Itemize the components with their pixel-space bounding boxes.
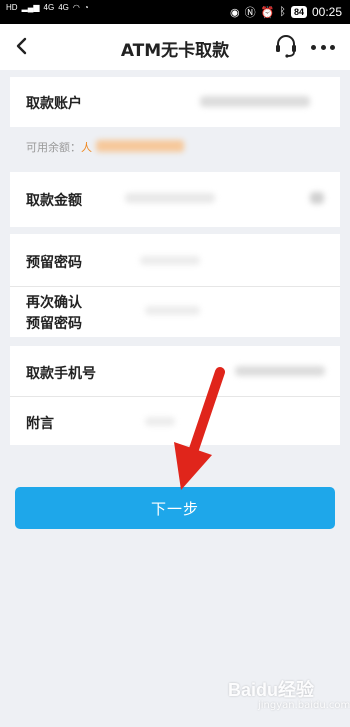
status-right: ◉ Ⓝ ⏰ ᛒ 84 00:25 (230, 4, 342, 20)
status-bar: HD ▂▄▆ 4G 4G ◠ ◔ ◉ Ⓝ ⏰ ᛒ 84 00:25 (0, 0, 350, 24)
confirm-password-label-line1: 再次确认 (26, 295, 82, 311)
next-step-button[interactable]: 下一步 (15, 487, 335, 529)
account-value-blurred (200, 96, 310, 107)
balance-hint-prefix: 可用余额： (26, 141, 81, 154)
confirm-password-input-blurred (145, 306, 200, 315)
status-left: HD ▂▄▆ 4G 4G ◠ ◔ (6, 4, 89, 12)
reserved-password-row[interactable]: 预留密码 (10, 234, 340, 286)
notification-icon: ◔ (83, 3, 89, 12)
more-dot-icon (330, 44, 335, 50)
more-dot-icon (311, 44, 316, 50)
balance-hint-value: 人 (81, 141, 92, 154)
navigation-bar: ATM无卡取款 (0, 24, 350, 70)
withdraw-phone-row[interactable]: 取款手机号 (10, 346, 340, 396)
baidu-watermark: Baidu经验 (228, 680, 315, 700)
nfc-icon: Ⓝ (244, 7, 256, 19)
more-button[interactable] (311, 38, 335, 56)
signal-icon: ▂▄▆ (21, 3, 40, 12)
amount-clear-icon (310, 192, 324, 204)
password-input-blurred (140, 256, 200, 265)
phone-value-blurred (235, 366, 325, 376)
withdraw-amount-row[interactable]: 取款金额 (10, 172, 340, 227)
withdraw-amount-label: 取款金额 (26, 193, 82, 209)
hd-indicator: HD (6, 3, 18, 12)
confirm-password-label-line2: 预留密码 (26, 316, 82, 332)
withdraw-account-row[interactable]: 取款账户 (10, 77, 340, 127)
available-balance-hint: 可用余额：人 (26, 139, 92, 155)
withdraw-account-label: 取款账户 (26, 96, 82, 112)
headset-icon (276, 35, 296, 58)
more-dot-icon (320, 44, 326, 50)
clock: 00:25 (311, 5, 342, 19)
withdraw-phone-label: 取款手机号 (26, 366, 96, 382)
network-type-2: 4G (58, 3, 69, 12)
reserved-password-label: 预留密码 (26, 255, 82, 271)
balance-value-blurred (96, 140, 184, 152)
amount-input-placeholder-blurred (125, 193, 215, 203)
baidu-watermark-url: jingyan.baidu.com (258, 700, 350, 711)
note-input-placeholder-blurred (145, 417, 175, 426)
eye-icon: ◉ (230, 6, 240, 19)
note-label: 附言 (26, 416, 54, 432)
note-row[interactable]: 附言 (10, 397, 340, 445)
customer-service-button[interactable] (274, 33, 298, 59)
network-type-1: 4G (43, 3, 55, 12)
alarm-icon: ⏰ (260, 6, 275, 19)
bluetooth-icon: ᛒ (279, 6, 286, 18)
confirm-password-row[interactable]: 再次确认 预留密码 (10, 287, 340, 337)
battery-indicator: 84 (290, 6, 307, 18)
wifi-icon: ◠ (72, 3, 80, 12)
